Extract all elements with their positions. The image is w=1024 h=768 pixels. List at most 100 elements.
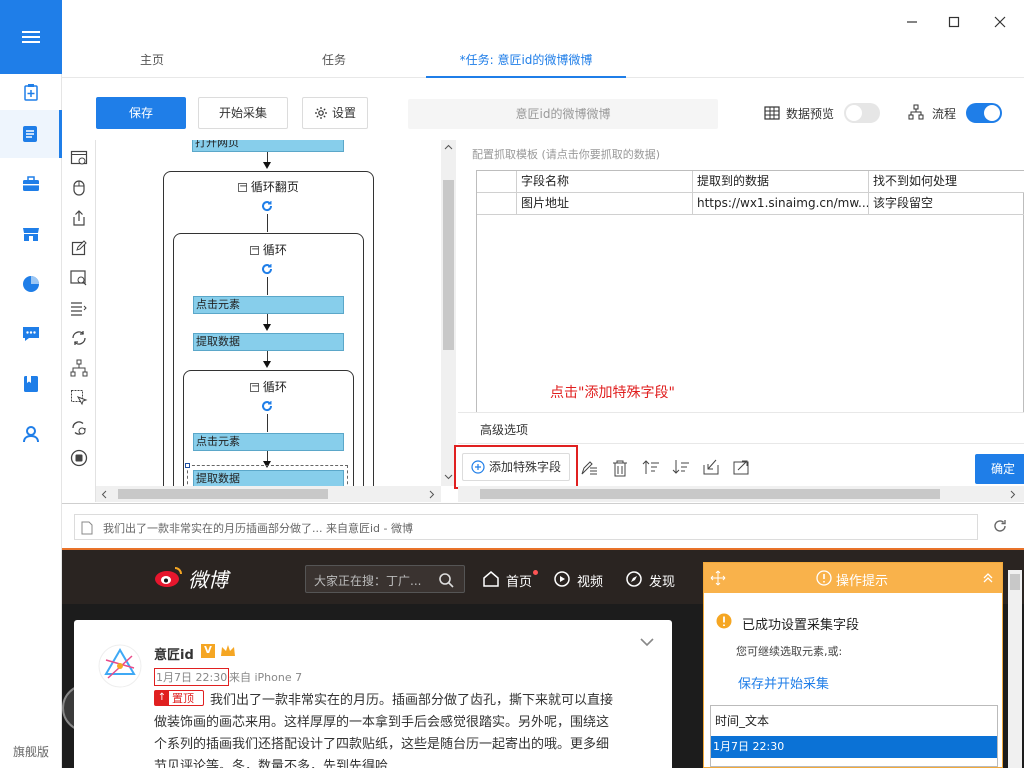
- step-click-element-1[interactable]: 点击元素: [193, 296, 344, 314]
- collapse-icon[interactable]: −: [250, 245, 259, 255]
- tips-continue-text: 您可继续选取元素,或:: [736, 645, 843, 658]
- step-extract-data-1[interactable]: 提取数据: [193, 333, 344, 351]
- close-button[interactable]: [988, 10, 1012, 34]
- tool-switch[interactable]: [69, 418, 89, 438]
- step-click-element-2[interactable]: 点击元素: [193, 433, 344, 451]
- menu-icon: [22, 31, 40, 43]
- refresh-icon[interactable]: [992, 518, 1008, 534]
- tool-input[interactable]: [69, 238, 89, 258]
- webview-scrollbar[interactable]: [1008, 570, 1022, 768]
- tool-open-page[interactable]: [69, 148, 89, 168]
- flow-horizontal-scrollbar[interactable]: [96, 486, 441, 502]
- move-up-icon[interactable]: [642, 459, 660, 475]
- move-down-icon[interactable]: [672, 459, 690, 475]
- config-horizontal-scrollbar[interactable]: [458, 486, 1024, 502]
- avatar[interactable]: [98, 644, 142, 688]
- scroll-thumb[interactable]: [480, 489, 940, 499]
- selection-handle[interactable]: [185, 463, 190, 468]
- nav-home[interactable]: 首页: [506, 571, 532, 590]
- sidebar-item-stats[interactable]: [0, 260, 62, 308]
- scroll-thumb[interactable]: [443, 180, 454, 350]
- collapse-icon[interactable]: −: [238, 182, 247, 192]
- tool-select[interactable]: [69, 298, 89, 318]
- import-icon[interactable]: [702, 459, 720, 475]
- move-icon[interactable]: [710, 570, 726, 586]
- data-preview-toggle[interactable]: [844, 103, 880, 123]
- post-time[interactable]: 1月7日 22:30: [154, 668, 230, 686]
- flow-label: 流程: [932, 107, 957, 121]
- flow-vertical-scrollbar[interactable]: [441, 140, 456, 486]
- stop-icon: [70, 449, 88, 467]
- sidebar-item-messages[interactable]: [0, 310, 62, 358]
- column-header[interactable]: 提取到的数据: [693, 171, 869, 192]
- weibo-search-input[interactable]: 大家正在搜：丁广...: [305, 565, 465, 593]
- trash-icon[interactable]: [612, 459, 628, 477]
- loop2-header[interactable]: − 循环: [183, 378, 354, 395]
- nav-discover[interactable]: 发现: [649, 571, 675, 590]
- sidebar-item-store[interactable]: [0, 210, 62, 258]
- loop-page-header[interactable]: − 循环翻页: [163, 178, 374, 195]
- export-icon[interactable]: [732, 459, 750, 475]
- loop1-header[interactable]: − 循环: [173, 241, 364, 258]
- scroll-thumb[interactable]: [118, 489, 328, 499]
- tool-mouse-hover[interactable]: [69, 388, 89, 408]
- sidebar-item-account[interactable]: [0, 410, 62, 458]
- author-name[interactable]: 意匠id: [154, 644, 194, 663]
- tool-loop[interactable]: [69, 328, 89, 348]
- advanced-options-bar[interactable]: 高级选项: [458, 412, 1024, 442]
- tips-header[interactable]: 操作提示: [704, 563, 1002, 593]
- task-name-input[interactable]: 意匠id的微博微博: [408, 99, 718, 129]
- field-name-cell[interactable]: 图片地址: [517, 193, 693, 214]
- column-header[interactable]: 字段名称: [517, 171, 693, 192]
- tab-tasks[interactable]: 任务: [284, 44, 384, 78]
- table-row[interactable]: 图片地址 https://wx1.sinaimg.cn/mw... 该字段留空: [477, 193, 1024, 215]
- rename-icon[interactable]: [580, 460, 598, 476]
- step-open-page[interactable]: 打开网页: [192, 140, 344, 152]
- address-input[interactable]: 我们出了一款非常实在的月历插画部分做了... 来自意匠id - 微博: [74, 514, 978, 540]
- confirm-button[interactable]: 确定: [975, 454, 1024, 484]
- add-special-field-button[interactable]: 添加特殊字段: [462, 453, 570, 481]
- table-header-row: 字段名称 提取到的数据 找不到如何处理: [477, 171, 1024, 193]
- loop-page-label: 循环翻页: [250, 180, 299, 194]
- nav-video[interactable]: 视频: [577, 571, 603, 590]
- flow-tools: [62, 140, 96, 502]
- tips-title: 操作提示: [836, 574, 889, 589]
- tool-identify[interactable]: [69, 268, 89, 288]
- chevron-right-icon: [1010, 490, 1016, 499]
- chevron-down-icon[interactable]: [640, 638, 654, 647]
- search-icon[interactable]: [438, 572, 454, 588]
- maximize-button[interactable]: [942, 10, 966, 34]
- chat-icon: [23, 327, 39, 341]
- save-and-start-link[interactable]: 保存并开始采集: [738, 673, 829, 692]
- tool-extract[interactable]: [69, 208, 89, 228]
- menu-button[interactable]: [0, 0, 62, 74]
- sidebar-item-tutorial[interactable]: [0, 360, 62, 408]
- list-item[interactable]: 时间_文本: [711, 706, 997, 736]
- column-header[interactable]: 找不到如何处理: [869, 171, 1024, 192]
- start-collect-button[interactable]: 开始采集: [198, 97, 288, 129]
- sidebar-item-new-task[interactable]: [0, 74, 62, 110]
- store-icon: [23, 228, 39, 241]
- row-selector[interactable]: [477, 193, 517, 214]
- field-handling-cell[interactable]: 该字段留空: [869, 193, 1024, 214]
- tool-condition[interactable]: [69, 358, 89, 378]
- flow-toggle[interactable]: [966, 103, 1002, 123]
- field-value-cell[interactable]: https://wx1.sinaimg.cn/mw...: [693, 193, 869, 214]
- tool-stop[interactable]: [69, 448, 89, 468]
- sidebar-item-toolbox[interactable]: [0, 160, 62, 208]
- settings-button[interactable]: 设置: [302, 97, 368, 129]
- sidebar-item-tasks[interactable]: [0, 110, 62, 158]
- code-search-icon: [70, 270, 87, 286]
- scroll-thumb[interactable]: [1010, 574, 1020, 590]
- collapse-icon[interactable]: −: [250, 382, 259, 392]
- minimize-button[interactable]: [900, 10, 924, 34]
- tab-current-task[interactable]: *任务: 意匠id的微博微博: [426, 44, 626, 78]
- tab-home[interactable]: 主页: [102, 44, 202, 78]
- loop-icon: [262, 201, 273, 212]
- annotation-text: 点击"添加特殊字段": [550, 385, 675, 401]
- vip-crown-icon: [221, 645, 235, 656]
- list-item-selected[interactable]: 1月7日 22:30: [711, 736, 997, 758]
- save-button[interactable]: 保存: [96, 97, 186, 129]
- collapse-up-icon[interactable]: [982, 572, 994, 584]
- tool-click[interactable]: [69, 178, 89, 198]
